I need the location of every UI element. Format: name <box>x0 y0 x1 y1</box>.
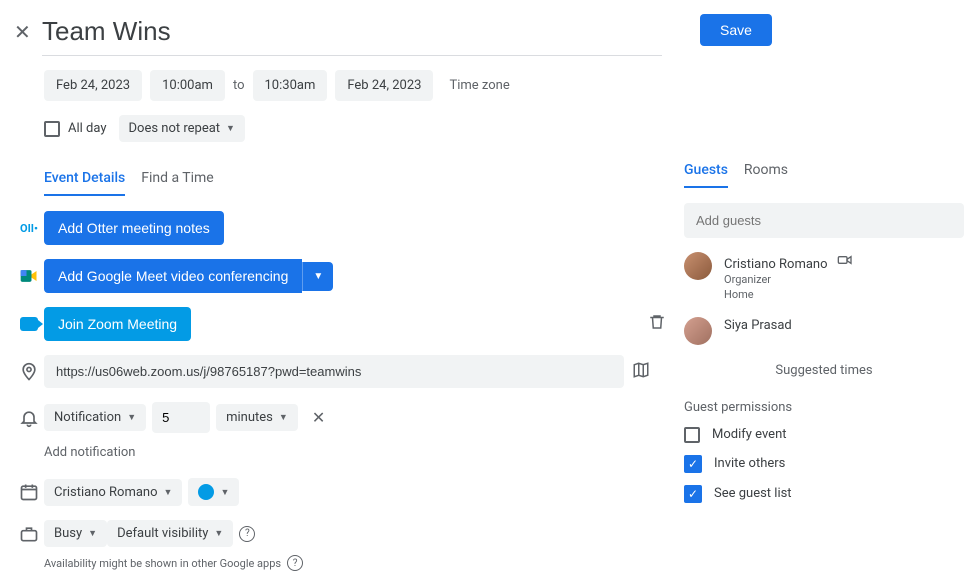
start-time[interactable]: 10:00am <box>150 70 225 101</box>
all-day-checkbox[interactable] <box>44 121 60 137</box>
add-otter-button[interactable]: Add Otter meeting notes <box>44 211 224 245</box>
avatar <box>684 317 712 345</box>
notification-value-input[interactable] <box>152 402 210 433</box>
guest-name: Siya Prasad <box>724 318 792 333</box>
notification-unit-dropdown[interactable]: minutes▼ <box>216 404 298 431</box>
to-label: to <box>233 78 245 93</box>
remove-notification-icon[interactable]: ✕ <box>312 408 325 427</box>
guest-name: Cristiano Romano <box>724 257 828 272</box>
invite-others-label: Invite others <box>714 456 785 471</box>
add-notification-link[interactable]: Add notification <box>44 445 666 460</box>
add-guests-input[interactable] <box>684 203 964 238</box>
calendar-icon <box>19 482 39 502</box>
end-date[interactable]: Feb 24, 2023 <box>335 70 433 101</box>
zoom-icon <box>20 317 38 331</box>
briefcase-icon <box>19 524 39 544</box>
visibility-help-icon[interactable]: ? <box>239 526 255 542</box>
availability-note: Availability might be shown in other Goo… <box>44 557 281 570</box>
modify-event-label: Modify event <box>712 427 787 442</box>
see-guest-list-label: See guest list <box>714 486 792 501</box>
location-input[interactable] <box>44 355 624 388</box>
repeat-dropdown[interactable]: Does not repeat▼ <box>119 115 245 142</box>
map-icon[interactable] <box>632 361 650 383</box>
tab-event-details[interactable]: Event Details <box>44 170 125 196</box>
meet-icon <box>19 266 39 286</box>
add-meet-button[interactable]: Add Google Meet video conferencing <box>44 259 302 293</box>
color-dropdown[interactable]: ▼ <box>188 478 239 506</box>
tab-find-time[interactable]: Find a Time <box>141 170 214 196</box>
event-title-input[interactable] <box>42 12 662 56</box>
otter-icon: OII• <box>20 222 38 235</box>
guest-row[interactable]: Siya Prasad <box>684 317 964 345</box>
location-icon <box>19 362 39 382</box>
join-zoom-button[interactable]: Join Zoom Meeting <box>44 307 191 341</box>
tab-guests[interactable]: Guests <box>684 162 728 188</box>
visibility-dropdown[interactable]: Default visibility▼ <box>107 520 233 547</box>
all-day-label: All day <box>68 121 107 136</box>
calendar-owner-dropdown[interactable]: Cristiano Romano▼ <box>44 479 182 506</box>
guest-row[interactable]: Cristiano Romano Organizer Home <box>684 252 964 303</box>
permissions-title: Guest permissions <box>684 400 964 415</box>
save-button[interactable]: Save <box>700 14 772 46</box>
tab-rooms[interactable]: Rooms <box>744 162 788 188</box>
bell-icon <box>19 408 39 428</box>
busy-dropdown[interactable]: Busy▼ <box>44 520 107 547</box>
start-date[interactable]: Feb 24, 2023 <box>44 70 142 101</box>
guest-location: Home <box>724 287 853 302</box>
delete-icon[interactable] <box>648 313 666 335</box>
invite-others-checkbox[interactable]: ✓ <box>684 455 702 473</box>
close-icon[interactable]: ✕ <box>14 20 42 44</box>
video-icon <box>837 256 853 272</box>
end-time[interactable]: 10:30am <box>253 70 328 101</box>
guest-role: Organizer <box>724 272 853 287</box>
notification-type-dropdown[interactable]: Notification▼ <box>44 404 146 431</box>
suggested-times-link[interactable]: Suggested times <box>684 363 964 378</box>
avatar <box>684 252 712 280</box>
availability-help-icon[interactable]: ? <box>287 555 303 571</box>
see-guest-list-checkbox[interactable]: ✓ <box>684 485 702 503</box>
timezone-link[interactable]: Time zone <box>449 78 509 93</box>
meet-dropdown-button[interactable]: ▼ <box>302 262 333 291</box>
modify-event-checkbox[interactable] <box>684 427 700 443</box>
